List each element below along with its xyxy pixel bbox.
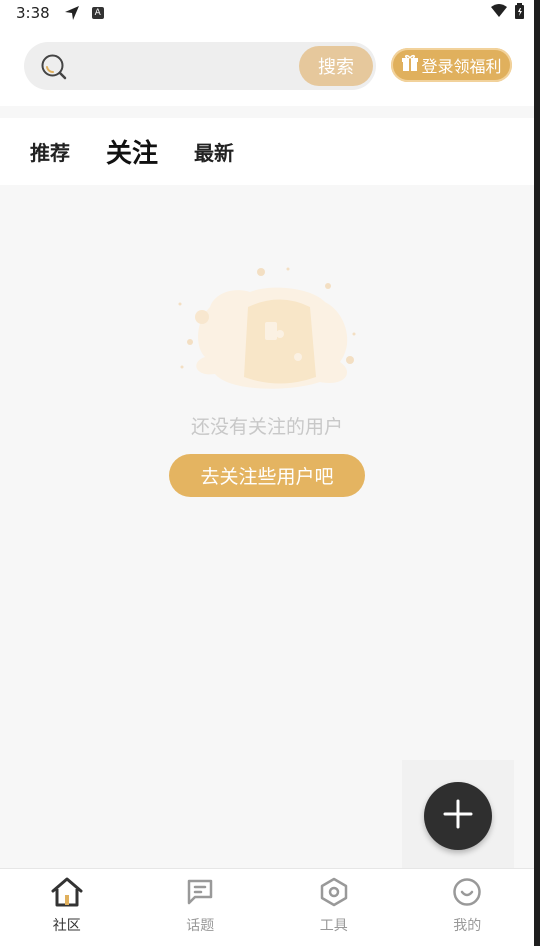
divider (0, 106, 534, 118)
follow-users-button[interactable]: 去关注些用户吧 (169, 454, 365, 497)
nav-item-topics[interactable]: 话题 (134, 869, 268, 946)
notification-a-icon: A (91, 7, 104, 19)
home-icon (50, 877, 84, 911)
gift-icon (401, 54, 419, 76)
tab-recommend[interactable]: 推荐 (30, 137, 70, 166)
nav-label: 话题 (186, 918, 215, 934)
plus-icon (443, 799, 473, 833)
tab-label: 关注 (106, 139, 159, 169)
status-bar: 3:38 A (0, 0, 534, 26)
bottom-navigation: 社区 话题 工具 我的 (0, 868, 534, 946)
login-reward-button[interactable]: 登录领福利 (391, 48, 512, 82)
tool-icon (319, 877, 349, 911)
nav-label: 社区 (52, 918, 81, 934)
tab-latest[interactable]: 最新 (194, 137, 234, 166)
tab-label: 推荐 (30, 141, 70, 165)
app-screen: 3:38 A 搜索 登录领福利 推荐 关注 最新 还没有关注的用户 去关注些用户… (0, 0, 540, 946)
nav-label: 我的 (453, 918, 482, 934)
header: 搜索 登录领福利 (0, 26, 534, 106)
status-right (491, 3, 524, 23)
search-button[interactable]: 搜索 (299, 46, 373, 86)
empty-state-message: 还没有关注的用户 (190, 416, 343, 438)
battery-icon (515, 3, 524, 23)
nav-item-tools[interactable]: 工具 (267, 869, 401, 946)
create-post-button[interactable] (424, 782, 492, 850)
nav-item-community[interactable]: 社区 (0, 869, 134, 946)
status-time: 3:38 (16, 4, 50, 22)
empty-state-illustration (170, 262, 370, 402)
search-icon (40, 53, 68, 85)
tab-following[interactable]: 关注 (104, 133, 161, 171)
location-arrow-icon (64, 5, 80, 21)
feed-tabs: 推荐 关注 最新 (0, 118, 534, 185)
screen-edge (534, 0, 540, 946)
profile-icon (452, 877, 482, 911)
login-reward-label: 登录领福利 (421, 57, 502, 76)
nav-label: 工具 (319, 918, 348, 934)
topic-icon (185, 877, 215, 911)
nav-item-profile[interactable]: 我的 (401, 869, 535, 946)
wifi-icon (491, 4, 507, 22)
search-bar[interactable]: 搜索 (24, 42, 376, 90)
tab-label: 最新 (194, 141, 235, 165)
